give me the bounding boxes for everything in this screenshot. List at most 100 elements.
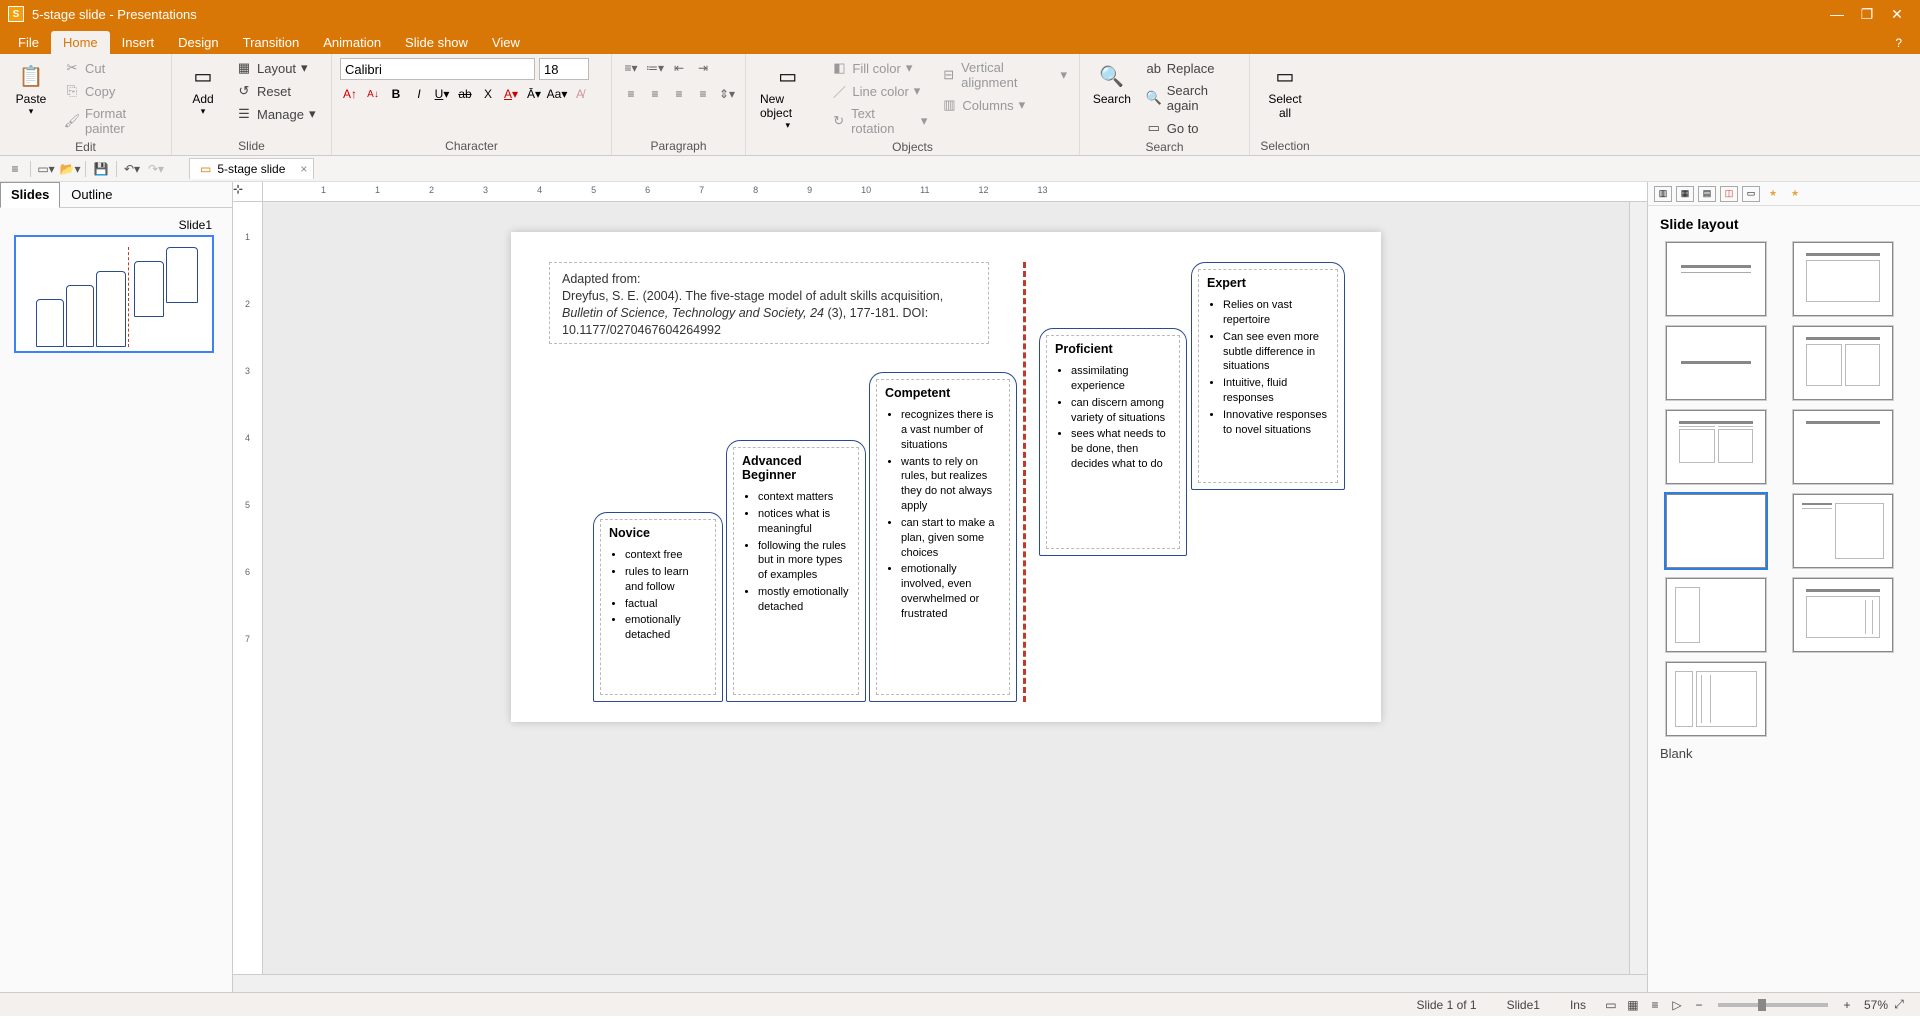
text-rotation-button[interactable]: ↻Text rotation ▾ bbox=[827, 104, 931, 138]
slide-thumbnail-1[interactable] bbox=[14, 235, 214, 353]
tab-insert[interactable]: Insert bbox=[110, 31, 167, 54]
align-center-button[interactable]: ≡ bbox=[644, 84, 666, 104]
tab-slideshow[interactable]: Slide show bbox=[393, 31, 480, 54]
line-color-button[interactable]: ／Line color ▾ bbox=[827, 81, 931, 101]
layout-vertical-title[interactable] bbox=[1666, 662, 1766, 736]
slides-tab[interactable]: Slides bbox=[0, 182, 60, 208]
horizontal-scrollbar[interactable] bbox=[233, 974, 1647, 992]
layout-button[interactable]: ▦Layout ▾ bbox=[232, 58, 320, 78]
help-button[interactable]: ? bbox=[1887, 32, 1910, 54]
zoom-fit-button[interactable]: ⤢ bbox=[1888, 996, 1910, 1014]
highlight-button[interactable]: Ā▾ bbox=[524, 84, 544, 104]
line-spacing-button[interactable]: ⇕▾ bbox=[716, 84, 738, 104]
citation-box[interactable]: Adapted from: Dreyfus, S. E. (2004). The… bbox=[549, 262, 989, 344]
stage-novice[interactable]: Novice context freerules to learn and fo… bbox=[593, 512, 723, 702]
decrease-indent-button[interactable]: ⇤ bbox=[668, 58, 690, 78]
stage-competent[interactable]: Competent recognizes there is a vast num… bbox=[869, 372, 1017, 702]
clear-format-button[interactable]: A̸ bbox=[570, 84, 590, 104]
qa-save-button[interactable]: 💾 bbox=[90, 159, 112, 179]
zoom-out-button[interactable]: − bbox=[1688, 996, 1710, 1014]
columns-button[interactable]: ▥Columns ▾ bbox=[937, 95, 1071, 115]
numbering-button[interactable]: ≔▾ bbox=[644, 58, 666, 78]
tab-design[interactable]: Design bbox=[166, 31, 230, 54]
tab-view[interactable]: View bbox=[480, 31, 532, 54]
rp-layouts-icon[interactable]: ▥ bbox=[1654, 186, 1672, 202]
manage-button[interactable]: ☰Manage ▾ bbox=[232, 104, 320, 124]
goto-button[interactable]: ▭Go to bbox=[1142, 118, 1241, 138]
slide-edit-area[interactable]: Adapted from: Dreyfus, S. E. (2004). The… bbox=[263, 202, 1629, 974]
rp-star1-icon[interactable]: ★ bbox=[1764, 186, 1782, 202]
bold-button[interactable]: B bbox=[386, 84, 406, 104]
qa-undo-button[interactable]: ↶▾ bbox=[121, 159, 143, 179]
reset-button[interactable]: ↺Reset bbox=[232, 81, 320, 101]
tab-animation[interactable]: Animation bbox=[311, 31, 393, 54]
layout-blank[interactable] bbox=[1666, 494, 1766, 568]
font-size-select[interactable] bbox=[539, 58, 589, 80]
qa-open-button[interactable]: 📂▾ bbox=[59, 159, 81, 179]
strikethrough-button[interactable]: ab bbox=[455, 84, 475, 104]
qa-new-button[interactable]: ▭▾ bbox=[35, 159, 57, 179]
qa-customize-button[interactable]: ≡ bbox=[4, 159, 26, 179]
vertical-ruler[interactable]: 1234567 bbox=[233, 202, 263, 974]
replace-button[interactable]: abReplace bbox=[1142, 58, 1241, 78]
slide-canvas[interactable]: Adapted from: Dreyfus, S. E. (2004). The… bbox=[511, 232, 1381, 722]
stage-advanced[interactable]: Advanced Beginner context mattersnotices… bbox=[726, 440, 866, 702]
layout-content-caption[interactable] bbox=[1793, 494, 1893, 568]
qa-redo-button[interactable]: ↷▾ bbox=[145, 159, 167, 179]
rp-color-icon[interactable]: ▤ bbox=[1698, 186, 1716, 202]
copy-button[interactable]: ⎘Copy bbox=[60, 81, 163, 101]
superscript-button[interactable]: X bbox=[478, 84, 498, 104]
change-case-button[interactable]: Aa▾ bbox=[547, 84, 567, 104]
increase-indent-button[interactable]: ⇥ bbox=[692, 58, 714, 78]
horizontal-ruler[interactable]: 112345678910111213 bbox=[263, 182, 1647, 202]
align-right-button[interactable]: ≡ bbox=[668, 84, 690, 104]
layout-title-vertical[interactable] bbox=[1793, 578, 1893, 652]
align-left-button[interactable]: ≡ bbox=[620, 84, 642, 104]
bullets-button[interactable]: ≡▾ bbox=[620, 58, 642, 78]
search-button[interactable]: 🔍 Search bbox=[1088, 58, 1136, 110]
paste-button[interactable]: 📋 Paste ▾ bbox=[8, 58, 54, 121]
rp-chart-icon[interactable]: ◫ bbox=[1720, 186, 1738, 202]
rp-star2-icon[interactable]: ★ bbox=[1786, 186, 1804, 202]
stage-expert[interactable]: Expert Relies on vast repertoireCan see … bbox=[1191, 262, 1345, 490]
layout-comparison[interactable] bbox=[1666, 410, 1766, 484]
zoom-in-button[interactable]: + bbox=[1836, 996, 1858, 1014]
layout-two-content[interactable] bbox=[1793, 326, 1893, 400]
layout-title[interactable] bbox=[1666, 242, 1766, 316]
font-select[interactable] bbox=[340, 58, 535, 80]
grow-font-button[interactable]: A↑ bbox=[340, 84, 360, 104]
layout-section[interactable] bbox=[1666, 326, 1766, 400]
font-color-button[interactable]: A▾ bbox=[501, 84, 521, 104]
search-again-button[interactable]: 🔍Search again bbox=[1142, 81, 1241, 115]
document-tab[interactable]: ▭ 5-stage slide × bbox=[189, 158, 314, 179]
view-normal-button[interactable]: ▭ bbox=[1600, 996, 1622, 1014]
tab-file[interactable]: File bbox=[6, 31, 51, 54]
maximize-button[interactable]: ❐ bbox=[1852, 4, 1882, 24]
doc-tab-close-button[interactable]: × bbox=[300, 162, 307, 176]
outline-tab[interactable]: Outline bbox=[60, 182, 123, 207]
vertical-align-button[interactable]: ⊟Vertical alignment ▾ bbox=[937, 58, 1071, 92]
format-painter-button[interactable]: 🖌Format painter bbox=[60, 104, 163, 138]
view-outline-button[interactable]: ≡ bbox=[1644, 996, 1666, 1014]
layout-pic-caption[interactable] bbox=[1666, 578, 1766, 652]
rp-anim-icon[interactable]: ▭ bbox=[1742, 186, 1760, 202]
layout-title-only[interactable] bbox=[1793, 410, 1893, 484]
zoom-slider[interactable] bbox=[1718, 1003, 1828, 1007]
close-button[interactable]: ✕ bbox=[1882, 4, 1912, 24]
select-all-button[interactable]: ▭ Select all bbox=[1258, 58, 1312, 124]
vertical-scrollbar[interactable] bbox=[1629, 202, 1647, 974]
divider-line[interactable] bbox=[1023, 262, 1026, 702]
rp-design-icon[interactable]: ▦ bbox=[1676, 186, 1694, 202]
add-slide-button[interactable]: ▭ Add ▾ bbox=[180, 58, 226, 121]
underline-button[interactable]: U▾ bbox=[432, 84, 452, 104]
italic-button[interactable]: I bbox=[409, 84, 429, 104]
justify-button[interactable]: ≡ bbox=[692, 84, 714, 104]
cut-button[interactable]: ✂Cut bbox=[60, 58, 163, 78]
tab-home[interactable]: Home bbox=[51, 31, 110, 54]
fill-color-button[interactable]: ◧Fill color ▾ bbox=[827, 58, 931, 78]
minimize-button[interactable]: — bbox=[1822, 4, 1852, 24]
tab-transition[interactable]: Transition bbox=[231, 31, 312, 54]
view-sorter-button[interactable]: ▦ bbox=[1622, 996, 1644, 1014]
view-slideshow-button[interactable]: ▷ bbox=[1666, 996, 1688, 1014]
layout-title-content[interactable] bbox=[1793, 242, 1893, 316]
